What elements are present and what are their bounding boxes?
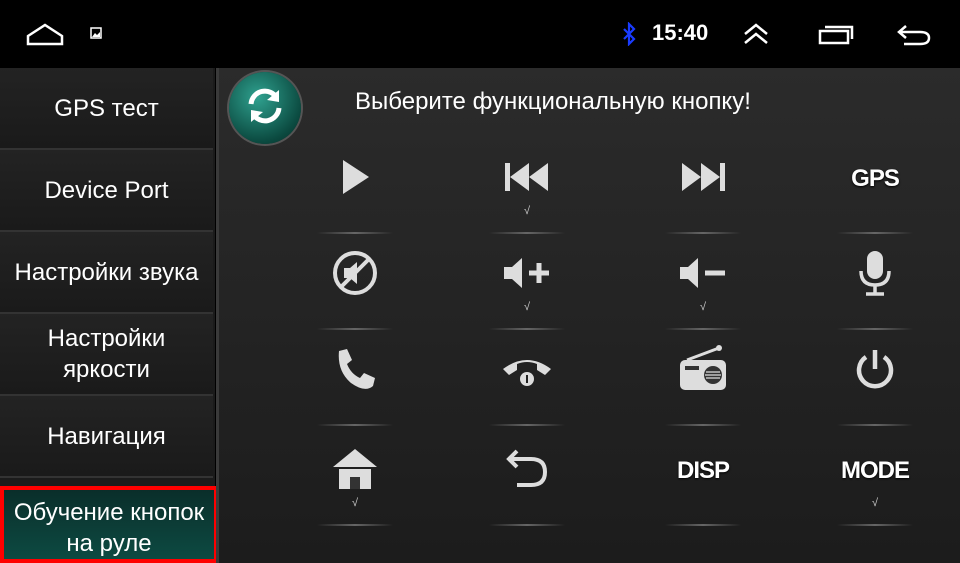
play-button[interactable]	[305, 146, 405, 234]
call-button[interactable]	[305, 338, 405, 426]
sidebar-item-label: Навигация	[47, 422, 166, 450]
sidebar-item-gps-test[interactable]: GPS тест	[0, 68, 213, 150]
power-icon	[853, 347, 897, 396]
page-title: Выберите функциональную кнопку!	[355, 88, 751, 115]
play-icon	[335, 157, 375, 202]
expand-up-icon[interactable]	[742, 22, 770, 46]
clock: 15:40	[652, 20, 709, 45]
gps-button[interactable]: GPS	[825, 146, 925, 234]
sidebar-item-sound-settings[interactable]: Настройки звука	[0, 232, 213, 314]
sidebar-item-brightness-settings[interactable]: Настройки яркости	[0, 314, 213, 396]
image-icon	[90, 27, 102, 39]
hang-up-icon	[500, 349, 554, 394]
sidebar-item-label: Настройки яркости	[47, 325, 166, 383]
learned-check: √	[871, 497, 879, 509]
next-track-button[interactable]	[653, 146, 753, 234]
sidebar-item-label: Обучение кнопок на руле	[13, 499, 205, 557]
sidebar-item-label: Настройки звука	[14, 258, 199, 286]
volume-down-icon	[677, 253, 729, 298]
volume-up-button[interactable]: √	[477, 242, 577, 330]
recent-apps-icon[interactable]	[818, 24, 854, 46]
radio-button[interactable]	[653, 338, 753, 426]
learned-check: √	[351, 497, 359, 509]
volume-up-icon	[501, 253, 553, 298]
settings-sidebar: GPS тест Device Port Настройки звука Нас…	[0, 68, 218, 563]
prev-track-button[interactable]: √	[477, 146, 577, 234]
radio-icon	[677, 344, 729, 399]
disp-icon-label: DISP	[676, 457, 730, 484]
function-button-panel: Выберите функциональную кнопку! √ GPS √ …	[216, 68, 960, 563]
mode-icon-label: MODE	[841, 457, 910, 484]
home-button[interactable]: √	[305, 438, 405, 526]
microphone-button[interactable]	[825, 242, 925, 330]
mute-button[interactable]	[305, 242, 405, 330]
sidebar-item-steering-wheel-learning[interactable]: Обучение кнопок на руле	[0, 486, 218, 563]
sidebar-item-navigation[interactable]: Навигация	[0, 396, 213, 478]
refresh-icon	[243, 84, 287, 133]
learned-check: √	[523, 301, 531, 313]
mode-button[interactable]: MODE √	[825, 438, 925, 526]
sidebar-item-label: GPS тест	[54, 94, 159, 122]
gps-icon-label: GPS	[851, 165, 900, 192]
sidebar-item-device-port[interactable]: Device Port	[0, 150, 213, 232]
hang-up-button[interactable]	[477, 338, 577, 426]
learned-check: √	[699, 301, 707, 313]
sidebar-item-label: Device Port	[44, 176, 169, 204]
back-icon[interactable]	[896, 22, 932, 48]
bluetooth-icon	[620, 22, 638, 46]
mute-icon	[331, 249, 379, 302]
home-icon[interactable]	[26, 22, 64, 46]
status-bar: 15:40	[0, 0, 960, 68]
power-button[interactable]	[825, 338, 925, 426]
learned-check: √	[523, 205, 531, 217]
disp-button[interactable]: DISP	[653, 438, 753, 526]
phone-icon	[331, 345, 379, 398]
volume-down-button[interactable]: √	[653, 242, 753, 330]
refresh-button[interactable]	[229, 72, 301, 144]
next-track-icon	[678, 159, 728, 200]
microphone-icon	[855, 249, 895, 302]
home-icon	[330, 445, 380, 498]
back-button[interactable]	[477, 438, 577, 526]
back-icon	[503, 447, 551, 496]
prev-track-icon	[502, 159, 552, 200]
